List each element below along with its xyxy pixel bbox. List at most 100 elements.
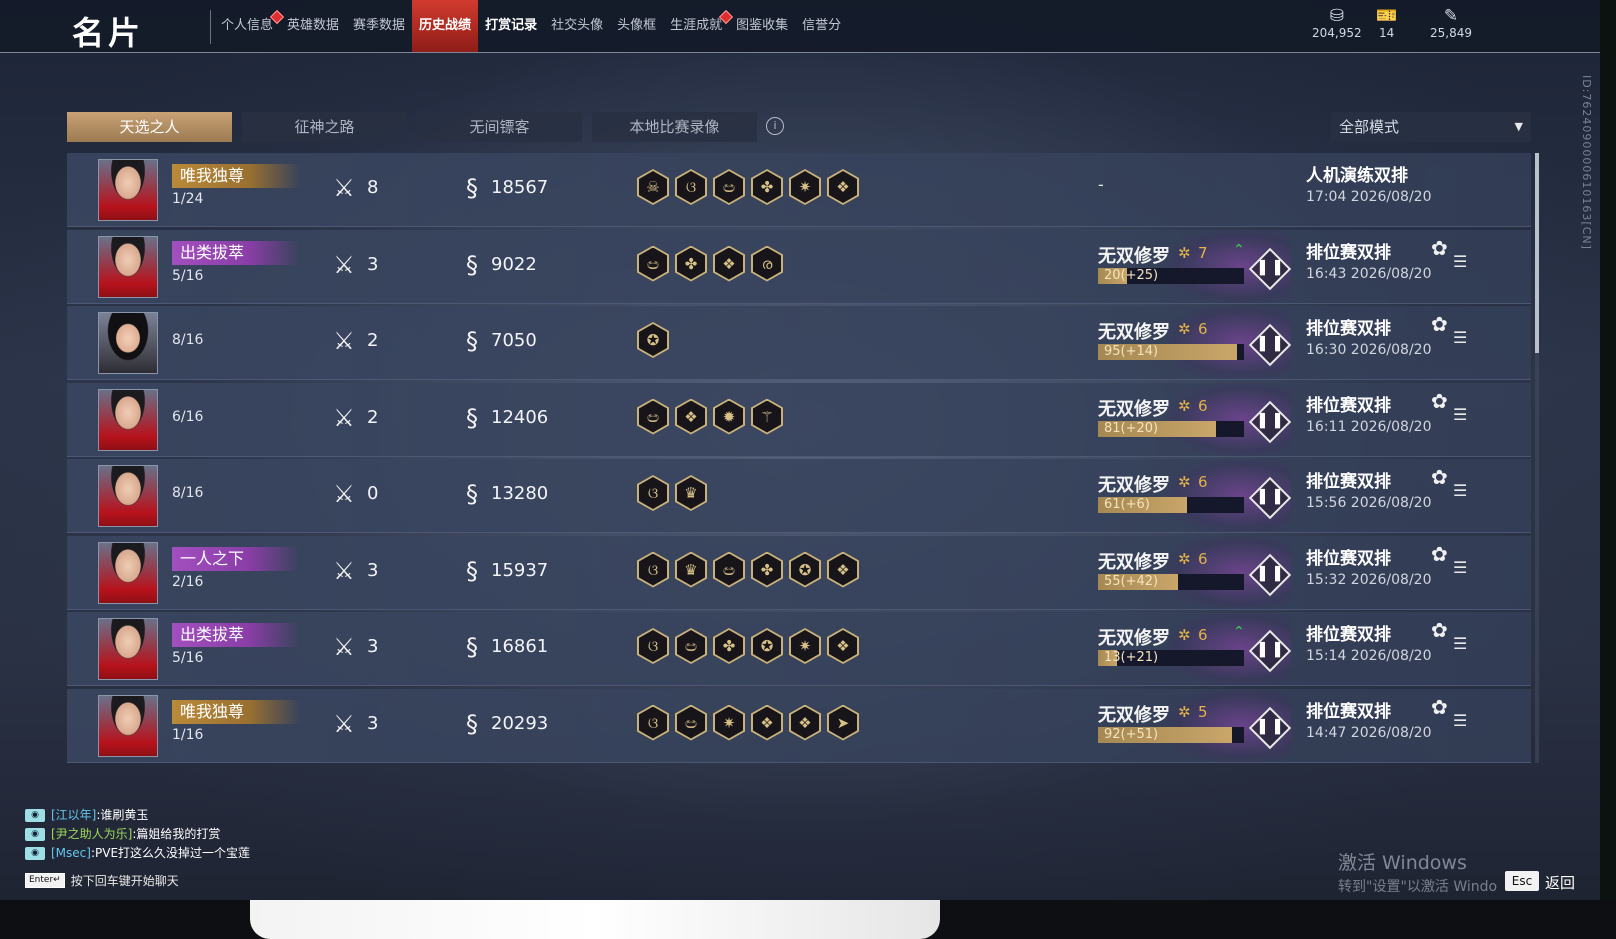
item-slot[interactable]: ඏ <box>675 704 707 741</box>
match-row[interactable]: 一人之下 2/16 ⚔ 3 § 15937 ଓ ♛ ඏ ✤ ✪ ❖ 无双修罗 ✲ 6 55(+42) ▌▐ ✿ ☰ 排… <box>67 535 1531 610</box>
item-slot[interactable]: ✪ <box>789 551 821 588</box>
item-slot[interactable]: ✤ <box>751 551 783 588</box>
nav-tab-4[interactable]: 打赏记录 <box>478 0 544 52</box>
item-icon: ♛ <box>677 553 705 586</box>
nav-tab-7[interactable]: 生涯成就 <box>663 0 734 52</box>
nav-tab-9[interactable]: 信誉分 <box>795 0 848 52</box>
hero-avatar <box>98 694 158 757</box>
item-slot[interactable]: ඏ <box>713 169 745 205</box>
match-row[interactable]: 出类拔萃 5/16 ⚔ 3 § 9022 ඏ ✤ ❖ ര 无双修罗 ✲ 7 ⌃ 20(+25) ▌▐ ✿ ☰ 排位赛… <box>67 229 1531 304</box>
currency-item: ✎ 25,849 <box>1430 6 1472 40</box>
tab-3[interactable]: 本地比赛录像 <box>592 112 757 142</box>
item-slot[interactable]: ര <box>751 245 783 282</box>
item-slot[interactable]: ☠ <box>637 169 669 205</box>
item-slot[interactable]: ❖ <box>827 628 859 664</box>
nav-tab-8[interactable]: 图鉴收集 <box>729 0 795 52</box>
item-slot[interactable]: ♛ <box>675 475 707 511</box>
item-slot[interactable]: ✪ <box>751 628 783 664</box>
item-slot[interactable]: ଓ <box>675 169 707 205</box>
match-mode: 排位赛双排 <box>1306 395 1391 416</box>
mode-filter-dropdown[interactable]: 全部模式 ▼ <box>1331 112 1531 142</box>
rank-progress-bar: 95(+14) <box>1098 344 1244 360</box>
item-slot[interactable]: ଓ <box>637 551 669 588</box>
esc-key-button[interactable]: Esc <box>1505 871 1539 891</box>
placement: 5/16 <box>172 650 204 666</box>
match-row[interactable]: 6/16 ⚔ 2 § 12406 ඏ ❖ ✹ ⚚ 无双修罗 ✲ 6 81(+20) ▌▐ ✿ ☰ 排位赛双排 16… <box>67 382 1531 457</box>
list-menu-icon[interactable]: ☰ <box>1453 252 1467 271</box>
nav-tab-2[interactable]: 赛季数据 <box>346 0 412 52</box>
item-slot[interactable]: ❖ <box>713 245 745 282</box>
item-slot[interactable]: ❖ <box>751 704 783 741</box>
chat-sender[interactable]: [Msec] <box>51 844 91 863</box>
item-slot[interactable]: ❖ <box>827 169 859 205</box>
item-slot[interactable]: ✤ <box>675 245 707 282</box>
nav-tab-6[interactable]: 头像框 <box>610 0 663 52</box>
info-icon[interactable]: i <box>766 117 784 135</box>
item-icon: ଓ <box>639 553 667 586</box>
list-menu-icon[interactable]: ☰ <box>1453 711 1467 730</box>
item-slot[interactable]: ඏ <box>713 551 745 588</box>
settings-icon[interactable]: ✿ <box>1431 542 1448 566</box>
nav-tab-3[interactable]: 历史战绩 <box>412 0 479 52</box>
list-menu-icon[interactable]: ☰ <box>1453 405 1467 424</box>
settings-icon[interactable]: ✿ <box>1431 618 1448 642</box>
chat-sender[interactable]: [江以年] <box>51 806 96 825</box>
chat-message[interactable]: ◉ [Msec]:PVE打这么久没掉过一个宝莲 <box>25 844 250 863</box>
hero-avatar <box>98 541 158 604</box>
item-slot[interactable]: ඏ <box>637 245 669 282</box>
item-slot[interactable]: ✤ <box>751 169 783 205</box>
chat-message[interactable]: ◉ [尹之助人为乐]:篇姐给我的打赏 <box>25 825 250 844</box>
match-row[interactable]: 出类拔萃 5/16 ⚔ 3 § 16861 ଓ ඏ ✤ ✪ ✷ ❖ 无双修罗 ✲ 6 ⌃ 13(+21) ▌▐ ✿ ☰… <box>67 612 1531 686</box>
item-icon: ✤ <box>753 553 781 586</box>
nav-tab-0[interactable]: 个人信息 <box>214 0 285 52</box>
item-slot[interactable]: ✹ <box>713 398 745 435</box>
item-slot[interactable]: ଓ <box>637 475 669 511</box>
item-slot[interactable]: ✷ <box>713 704 745 741</box>
item-slot[interactable]: ❖ <box>827 551 859 588</box>
item-slot[interactable]: ඏ <box>637 398 669 435</box>
damage-value: 15937 <box>491 559 549 581</box>
match-row[interactable]: 8/16 ⚔ 0 § 13280 ଓ ♛ 无双修罗 ✲ 6 61(+6) ▌▐ ✿ ☰ 排位赛双排 15:56… <box>67 459 1531 533</box>
star-icon: ✲ <box>1178 626 1191 644</box>
item-slot[interactable]: ✷ <box>789 628 821 664</box>
match-mode: 人机演练双排 <box>1306 166 1408 186</box>
match-row[interactable]: 唯我独尊 1/16 ⚔ 3 § 20293 ଓ ඏ ✷ ❖ ❖ ➤ 无双修罗 ✲ 5 92(+51) ▌▐ ✿ ☰ 排… <box>67 688 1531 763</box>
list-menu-icon[interactable]: ☰ <box>1453 558 1467 577</box>
match-row[interactable]: 8/16 ⚔ 2 § 7050 ✪ 无双修罗 ✲ 6 95(+14) ▌▐ ✿ ☰ 排位赛双排 16:30 … <box>67 306 1531 380</box>
tab-1[interactable]: 征神之路 <box>242 112 407 142</box>
list-menu-icon[interactable]: ☰ <box>1453 328 1467 347</box>
tab-2[interactable]: 无间镖客 <box>417 112 582 142</box>
settings-icon[interactable]: ✿ <box>1431 465 1448 489</box>
currency-item: 🎫 14 <box>1376 6 1397 40</box>
item-slot[interactable]: ❖ <box>675 398 707 435</box>
item-slot[interactable]: ✪ <box>637 322 669 358</box>
list-menu-icon[interactable]: ☰ <box>1453 481 1467 500</box>
list-menu-icon[interactable]: ☰ <box>1453 634 1467 653</box>
item-slot[interactable]: ⚚ <box>751 398 783 435</box>
settings-icon[interactable]: ✿ <box>1431 312 1448 336</box>
tab-0[interactable]: 天选之人 <box>67 112 232 142</box>
nav-tab-1[interactable]: 英雄数据 <box>280 0 346 52</box>
item-slot[interactable]: ଓ <box>637 628 669 664</box>
item-slot[interactable]: ✤ <box>713 628 745 664</box>
match-history-list[interactable]: 唯我独尊 1/24 ⚔ 8 § 18567 ☠ ଓ ඏ ✤ ✷ ❖ - 人机演练双排 17:04 2026/… <box>67 153 1531 763</box>
item-slot[interactable]: ඏ <box>675 628 707 664</box>
item-slot[interactable]: ✷ <box>789 169 821 205</box>
item-slot[interactable]: ♛ <box>675 551 707 588</box>
item-slot[interactable]: ➤ <box>827 704 859 741</box>
rank-progress-bar: 55(+42) <box>1098 573 1244 590</box>
settings-icon[interactable]: ✿ <box>1431 695 1448 719</box>
chat-message[interactable]: ◉ [江以年]:谁刷黄玉 <box>25 806 250 825</box>
item-slot[interactable]: ଓ <box>637 704 669 741</box>
chat-sender[interactable]: [尹之助人为乐] <box>51 825 132 844</box>
placement: 8/16 <box>172 332 204 348</box>
scrollbar[interactable] <box>1535 153 1539 763</box>
scrollbar-thumb[interactable] <box>1535 153 1539 353</box>
nav-tab-5[interactable]: 社交头像 <box>544 0 610 52</box>
match-row[interactable]: 唯我独尊 1/24 ⚔ 8 § 18567 ☠ ଓ ඏ ✤ ✷ ❖ - 人机演练双排 17:04 2026/… <box>67 153 1531 227</box>
chat-hint[interactable]: Enter↵ 按下回车键开始聊天 <box>25 872 179 889</box>
settings-icon[interactable]: ✿ <box>1431 236 1448 260</box>
settings-icon[interactable]: ✿ <box>1431 389 1448 413</box>
item-slot[interactable]: ❖ <box>789 704 821 741</box>
back-button[interactable]: 返回 <box>1545 872 1575 893</box>
